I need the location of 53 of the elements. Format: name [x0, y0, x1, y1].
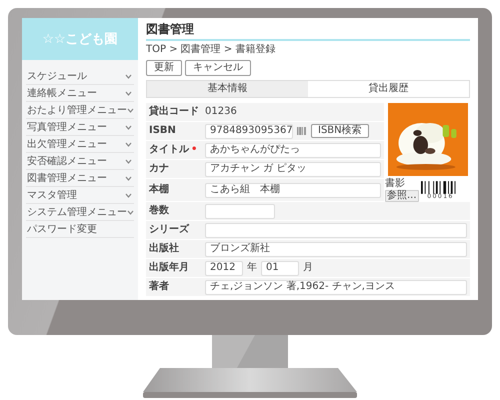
input-field[interactable]: アカチャン ガ ピタッ — [205, 162, 381, 176]
chevron-down-icon — [125, 176, 132, 180]
input-field[interactable]: あかちゃんがぴたっ — [205, 142, 381, 158]
chevron-down-icon — [125, 74, 132, 78]
input-field[interactable] — [205, 204, 275, 218]
chevron-down-icon — [125, 142, 132, 146]
field-label: 出版社 — [146, 240, 202, 258]
chevron-down-icon — [125, 124, 132, 130]
menu-item[interactable]: パスワード変更 — [26, 221, 134, 238]
year-unit: 年 — [247, 263, 257, 273]
field-label: カナ — [146, 160, 202, 178]
cancel-button[interactable]: キャンセル — [185, 60, 251, 76]
isbn-search-button[interactable]: ISBN検索 — [311, 124, 369, 138]
input-field[interactable]: ブロンズ新社 — [205, 242, 467, 256]
menu-item[interactable]: 連絡帳メニュー — [26, 85, 134, 102]
field-label: 貸出コード — [146, 103, 202, 121]
tab[interactable]: 基本情報 — [147, 81, 308, 97]
input-field[interactable] — [205, 222, 467, 238]
menu-item[interactable]: スケジュール — [26, 68, 134, 85]
menu-item[interactable]: おたより管理メニュー — [26, 102, 134, 119]
input-field[interactable]: 9784893095367 — [205, 124, 293, 138]
menu-item[interactable]: 写真管理メニュー — [26, 119, 134, 136]
chevron-down-icon — [125, 158, 132, 164]
field-label: 著者 — [146, 278, 202, 296]
field-label: タイトル — [149, 145, 189, 155]
field-label: 出版年月 — [146, 259, 202, 277]
menu-item[interactable]: システム管理メニュー — [26, 204, 134, 221]
field-label: 巻数 — [146, 202, 202, 220]
field-label: 本棚 — [146, 179, 202, 201]
update-button[interactable]: 更新 — [146, 60, 182, 76]
menu-item[interactable]: 出欠管理メニュー — [26, 136, 134, 153]
chevron-down-icon — [125, 192, 132, 198]
menu-item[interactable]: マスタ管理 — [26, 187, 134, 204]
chevron-down-icon — [125, 90, 132, 96]
field-label: シリーズ — [146, 221, 202, 239]
input-field[interactable]: 01 — [261, 260, 299, 276]
menu-item[interactable]: 安否確認メニュー — [26, 153, 134, 170]
month-unit: 月 — [303, 263, 313, 273]
field-value: 01236 — [205, 107, 237, 117]
browse-button[interactable]: 参照... — [385, 190, 419, 202]
chevron-down-icon — [127, 108, 134, 112]
site-title: ☆☆こども園 — [42, 31, 118, 48]
input-field[interactable]: こあら組 本棚 — [205, 182, 381, 198]
cover-label: 書影 — [385, 178, 406, 188]
input-field[interactable]: 2012 — [205, 260, 243, 276]
required-mark: • — [191, 145, 198, 155]
chevron-down-icon — [127, 210, 134, 214]
page-title: 図書管理 — [146, 21, 195, 38]
menu-item[interactable]: 図書管理メニュー — [26, 170, 134, 187]
field-label: ISBN — [146, 122, 202, 140]
breadcrumb: TOP > 図書管理 > 書籍登録 — [146, 45, 276, 55]
input-field[interactable]: チェ,ジョンソン 著,1962- チャン,ヨンス — [205, 280, 467, 294]
barcode-icon — [297, 127, 307, 135]
